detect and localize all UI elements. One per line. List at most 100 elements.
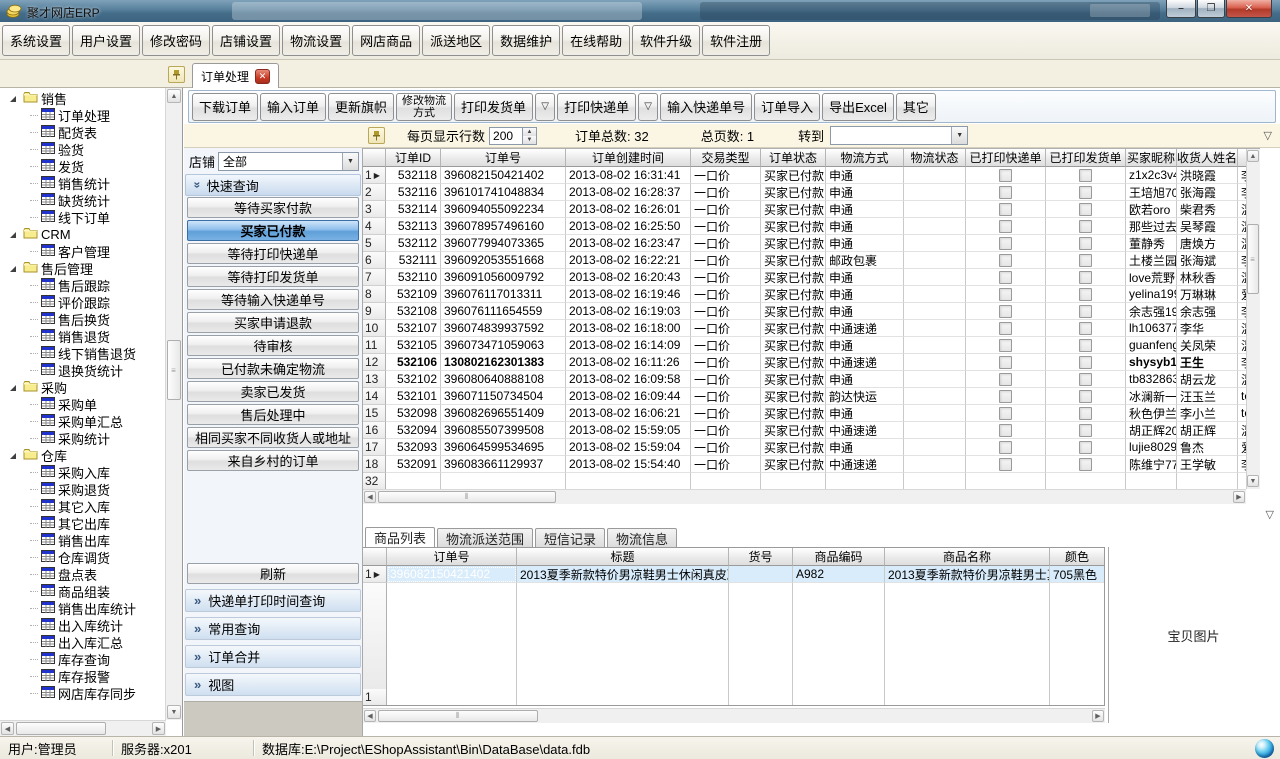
column-header-5[interactable]: 订单状态 <box>761 149 826 167</box>
tree-expander-icon[interactable] <box>6 385 20 391</box>
tree-item[interactable]: 订单处理 <box>0 107 163 124</box>
scrollbar-thumb[interactable]: ≡ <box>1247 224 1259 294</box>
quick-filter-button-12[interactable]: 来自乡村的订单 <box>187 450 359 471</box>
printed-checkbox[interactable] <box>999 390 1012 403</box>
toolbar-button-2[interactable]: 输入订单 <box>260 93 326 121</box>
menu-button-9[interactable]: 在线帮助 <box>562 25 630 56</box>
quick-query-section-header[interactable]: » 快速查询 <box>185 174 361 196</box>
spin-down-icon[interactable]: ▼ <box>523 136 536 144</box>
printed-checkbox[interactable] <box>999 237 1012 250</box>
orders-grid-horizontal-scrollbar[interactable]: ◀ ⦀ ▶ <box>363 489 1246 504</box>
toolbar-dropdown-icon[interactable]: ▽ <box>535 93 555 121</box>
items-grid-horizontal-scrollbar[interactable]: ◀ ⦀ ▶ <box>363 708 1105 723</box>
scroll-left-icon[interactable]: ◀ <box>364 491 376 503</box>
quick-filter-button-4[interactable]: 等待打印发货单 <box>187 266 359 287</box>
printed-checkbox[interactable] <box>999 424 1012 437</box>
quick-filter-button-11[interactable]: 相同买家不同收货人或地址 <box>187 427 359 448</box>
printed-checkbox[interactable] <box>999 407 1012 420</box>
printed-checkbox[interactable] <box>999 373 1012 386</box>
collapsed-section-2[interactable]: »常用查询 <box>185 617 361 640</box>
column-header-1[interactable]: 订单ID <box>386 149 441 167</box>
column-header-9[interactable]: 已打印发货单 <box>1046 149 1126 167</box>
column-header-6[interactable]: 物流方式 <box>826 149 904 167</box>
quick-filter-button-3[interactable]: 等待打印快递单 <box>187 243 359 264</box>
order-row[interactable]: 35321143960940550922342013-08-02 16:26:0… <box>363 201 1246 218</box>
tree-item[interactable]: 销售统计 <box>0 175 163 192</box>
tree-item[interactable]: 退换货统计 <box>0 362 163 379</box>
tree-item[interactable]: 库存报警 <box>0 668 163 685</box>
detail-tab-1[interactable]: 商品列表 <box>365 527 435 547</box>
restore-button[interactable]: ❐ <box>1197 0 1225 18</box>
scroll-up-icon[interactable]: ▲ <box>167 89 181 103</box>
column-header-3[interactable]: 订单创建时间 <box>566 149 691 167</box>
spin-up-icon[interactable]: ▲ <box>523 128 536 136</box>
rows-per-page-value[interactable]: 200 <box>489 127 523 145</box>
printed-checkbox[interactable] <box>999 288 1012 301</box>
tree-expander-icon[interactable] <box>6 266 20 272</box>
tree-item[interactable]: 客户管理 <box>0 243 163 260</box>
tree-item[interactable]: 出入库汇总 <box>0 634 163 651</box>
scrollbar-thumb[interactable]: ≡ <box>167 340 181 400</box>
printed-checkbox[interactable] <box>999 356 1012 369</box>
tree-item[interactable]: 销售出库 <box>0 532 163 549</box>
order-row[interactable]: 75321103960910560097922013-08-02 16:20:4… <box>363 269 1246 286</box>
tree-item[interactable]: 采购统计 <box>0 430 163 447</box>
tree-item[interactable]: 其它出库 <box>0 515 163 532</box>
tree-expander-icon[interactable] <box>6 232 20 238</box>
tree-group-1[interactable]: 销售 <box>0 90 163 107</box>
column-header-8[interactable]: 已打印快递单 <box>966 149 1046 167</box>
menu-button-1[interactable]: 系统设置 <box>2 25 70 56</box>
tree-item[interactable]: 仓库调货 <box>0 549 163 566</box>
order-row[interactable]: 175320933960645995346952013-08-02 15:59:… <box>363 439 1246 456</box>
order-row[interactable]: 165320943960855073995082013-08-02 15:59:… <box>363 422 1246 439</box>
items-column-header-2[interactable]: 标题 <box>517 548 729 566</box>
pager-pin-icon[interactable] <box>368 127 385 144</box>
scroll-right-icon[interactable]: ▶ <box>1233 491 1245 503</box>
quick-filter-button-6[interactable]: 买家申请退款 <box>187 312 359 333</box>
printed-checkbox[interactable] <box>1079 390 1092 403</box>
quick-filter-button-9[interactable]: 卖家已发货 <box>187 381 359 402</box>
printed-checkbox[interactable] <box>1079 288 1092 301</box>
item-row[interactable]: 1▶3960821504214022013夏季新款特价男凉鞋男士休闲真皮凉A98… <box>363 566 1104 583</box>
scroll-left-icon[interactable]: ◀ <box>1 722 14 735</box>
tree-group-4[interactable]: 采购 <box>0 379 163 396</box>
tree-item[interactable]: 库存查询 <box>0 651 163 668</box>
printed-checkbox[interactable] <box>1079 373 1092 386</box>
column-header-10[interactable]: 买家昵称 <box>1126 149 1177 167</box>
order-row[interactable]: 185320913960836611299372013-08-02 15:54:… <box>363 456 1246 473</box>
printed-checkbox[interactable] <box>1079 424 1092 437</box>
scroll-right-icon[interactable]: ▶ <box>152 722 165 735</box>
menu-button-6[interactable]: 网店商品 <box>352 25 420 56</box>
tree-item[interactable]: 销售退货 <box>0 328 163 345</box>
tree-item[interactable]: 线下销售退货 <box>0 345 163 362</box>
column-header-2[interactable]: 订单号 <box>441 149 566 167</box>
toolbar-button-7[interactable]: 打印快递单 <box>557 93 636 121</box>
collapsed-section-1[interactable]: »快递单打印时间查询 <box>185 589 361 612</box>
tree-item[interactable]: 网店库存同步 <box>0 685 163 702</box>
menu-button-2[interactable]: 用户设置 <box>72 25 140 56</box>
detail-filter-icon[interactable]: ▽ <box>1266 508 1274 521</box>
printed-checkbox[interactable] <box>1079 237 1092 250</box>
printed-checkbox[interactable] <box>1079 458 1092 471</box>
tab-order-processing[interactable]: 订单处理 ✕ <box>192 63 279 88</box>
tree-item[interactable]: 销售出库统计 <box>0 600 163 617</box>
toolbar-button-12[interactable]: 其它 <box>896 93 936 121</box>
order-row[interactable]: 55321123960779940733652013-08-02 16:23:4… <box>363 235 1246 252</box>
printed-checkbox[interactable] <box>999 169 1012 182</box>
items-column-header-5[interactable]: 商品名称 <box>885 548 1050 566</box>
quick-filter-button-10[interactable]: 售后处理中 <box>187 404 359 425</box>
menu-button-11[interactable]: 软件注册 <box>702 25 770 56</box>
order-row[interactable]: 145321013960711507345042013-08-02 16:09:… <box>363 388 1246 405</box>
column-header-4[interactable]: 交易类型 <box>691 149 761 167</box>
order-row[interactable]: 155320983960826965514092013-08-02 16:06:… <box>363 405 1246 422</box>
order-row[interactable]: 135321023960806408881082013-08-02 16:09:… <box>363 371 1246 388</box>
scroll-up-icon[interactable]: ▲ <box>1247 150 1259 162</box>
tree-item[interactable]: 采购单 <box>0 396 163 413</box>
order-row[interactable]: 115321053960734710590632013-08-02 16:14:… <box>363 337 1246 354</box>
scrollbar-thumb[interactable]: ⦀ <box>378 710 538 722</box>
printed-checkbox[interactable] <box>999 339 1012 352</box>
sidebar-horizontal-scrollbar[interactable]: ◀ ▶ <box>0 720 166 736</box>
printed-checkbox[interactable] <box>1079 407 1092 420</box>
collapsed-section-3[interactable]: »订单合并 <box>185 645 361 668</box>
items-column-header-6[interactable]: 颜色 <box>1050 548 1105 566</box>
